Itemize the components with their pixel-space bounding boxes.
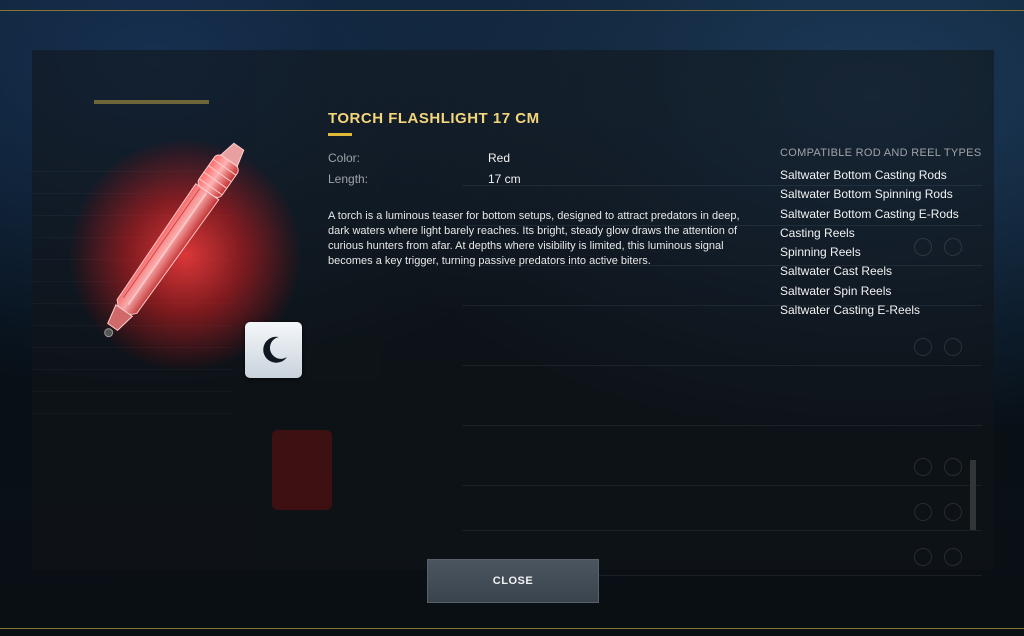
compatibility-title: COMPATIBLE ROD AND REEL TYPES (780, 147, 982, 159)
list-item: Casting Reels (780, 225, 855, 240)
item-description: A torch is a luminous teaser for bottom … (328, 210, 740, 267)
torch-flashlight-image (104, 142, 245, 338)
crescent-moon-icon (262, 336, 287, 363)
item-title: TORCH FLASHLIGHT 17 CM (328, 110, 540, 127)
background-reel-image (272, 430, 332, 510)
length-value: 17 cm (488, 172, 521, 186)
background-scrollbar (970, 460, 976, 530)
list-item: Saltwater Cast Reels (780, 264, 893, 279)
color-label: Color: (328, 151, 361, 165)
color-value: Red (488, 151, 511, 165)
list-item: Saltwater Casting E-Reels (780, 303, 921, 318)
list-item: Saltwater Spin Reels (780, 283, 892, 298)
top-border-line (0, 10, 1024, 11)
list-item: Saltwater Bottom Casting Rods (780, 168, 947, 182)
list-item: Saltwater Bottom Casting E-Rods (780, 206, 959, 221)
compatibility-list: Saltwater Bottom Casting Rods Saltwater … (780, 166, 959, 320)
night-mode-button[interactable] (245, 322, 302, 378)
background-active-tab-indicator (94, 100, 209, 104)
list-item: Spinning Reels (780, 245, 861, 260)
background-top-nav (32, 50, 994, 100)
title-underline (328, 133, 352, 136)
list-item: Saltwater Bottom Spinning Rods (780, 187, 953, 202)
bottom-border-line (0, 628, 1024, 629)
close-button[interactable]: CLOSE (427, 559, 599, 603)
length-label: Length: (328, 172, 369, 186)
